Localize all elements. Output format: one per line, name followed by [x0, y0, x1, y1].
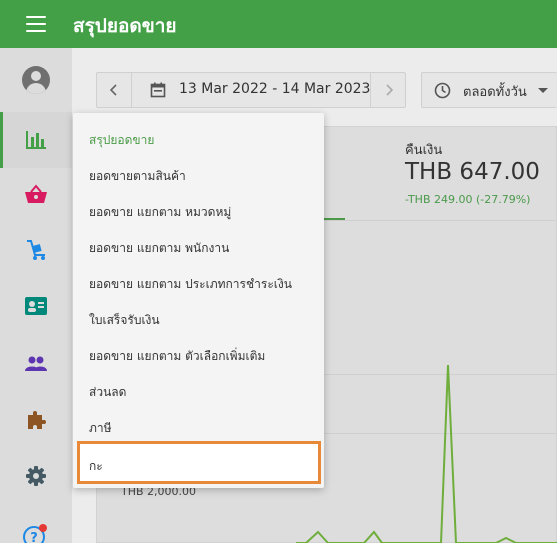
customers-icon — [25, 356, 47, 371]
account-button[interactable] — [0, 52, 72, 108]
svg-text:?: ? — [30, 531, 38, 543]
settings-icon — [26, 466, 46, 486]
date-range-label: 13 Mar 2022 - 14 Mar 2023 — [179, 81, 371, 97]
menu-item-shifts[interactable] — [77, 441, 321, 484]
time-filter-label: ตลอดทั้งวัน — [463, 85, 527, 100]
menu-item-sales-summary[interactable]: สรุปยอดขาย — [89, 131, 154, 150]
reports-menu: สรุปยอดขาย ยอดขายตามสินค้า ยอดขาย แยกตาม… — [73, 113, 324, 488]
sidebar: ? — [0, 48, 72, 543]
refund-label: คืนเงิน — [405, 143, 443, 158]
previous-period-button[interactable] — [96, 72, 132, 108]
sidebar-item-customers[interactable] — [0, 336, 72, 392]
sidebar-item-help[interactable]: ? — [0, 508, 72, 543]
chevron-left-icon — [109, 84, 117, 96]
caret-down-icon — [538, 88, 548, 93]
calendar-icon — [150, 82, 166, 98]
page-title: สรุปยอดขาย — [73, 15, 177, 37]
menu-item-receipts[interactable]: ใบเสร็จรับเงิน — [89, 311, 160, 330]
next-period-button[interactable] — [370, 72, 406, 108]
app-bar: สรุปยอดขาย — [0, 0, 557, 48]
sidebar-item-integrations[interactable] — [0, 392, 72, 448]
sidebar-item-employees[interactable] — [0, 278, 72, 334]
refund-value: THB 647.00 — [405, 159, 540, 185]
sidebar-item-settings[interactable] — [0, 448, 72, 504]
basket-icon — [25, 184, 47, 203]
menu-item-sales-by-employee[interactable]: ยอดขาย แยกตาม พนักงาน — [89, 239, 229, 258]
menu-item-sales-by-product[interactable]: ยอดขายตามสินค้า — [89, 167, 186, 186]
employee-card-icon — [25, 297, 47, 315]
sidebar-item-reports[interactable] — [0, 112, 72, 168]
sidebar-item-inventory[interactable] — [0, 222, 72, 278]
chevron-right-icon — [385, 84, 393, 96]
sidebar-item-sales[interactable] — [0, 166, 72, 222]
integrations-icon — [28, 411, 46, 429]
menu-item-shifts-label: กะ — [89, 459, 103, 473]
refund-change: -THB 249.00 (-27.79%) — [405, 193, 531, 206]
menu-item-sales-by-category[interactable]: ยอดขาย แยกตาม หมวดหมู่ — [89, 203, 231, 222]
inventory-icon — [27, 240, 45, 260]
menu-icon[interactable] — [26, 16, 46, 32]
menu-item-taxes[interactable]: ภาษี — [89, 419, 112, 438]
help-icon: ? — [23, 524, 47, 543]
menu-item-discounts[interactable]: ส่วนลด — [89, 383, 126, 402]
menu-item-sales-by-payment-type[interactable]: ยอดขาย แยกตาม ประเภทการชำระเงิน — [89, 275, 292, 294]
menu-item-sales-by-modifier[interactable]: ยอดขาย แยกตาม ตัวเลือกเพิ่มเติม — [89, 347, 265, 366]
reports-icon — [26, 131, 46, 149]
clock-icon — [434, 82, 451, 99]
account-icon — [22, 66, 50, 94]
